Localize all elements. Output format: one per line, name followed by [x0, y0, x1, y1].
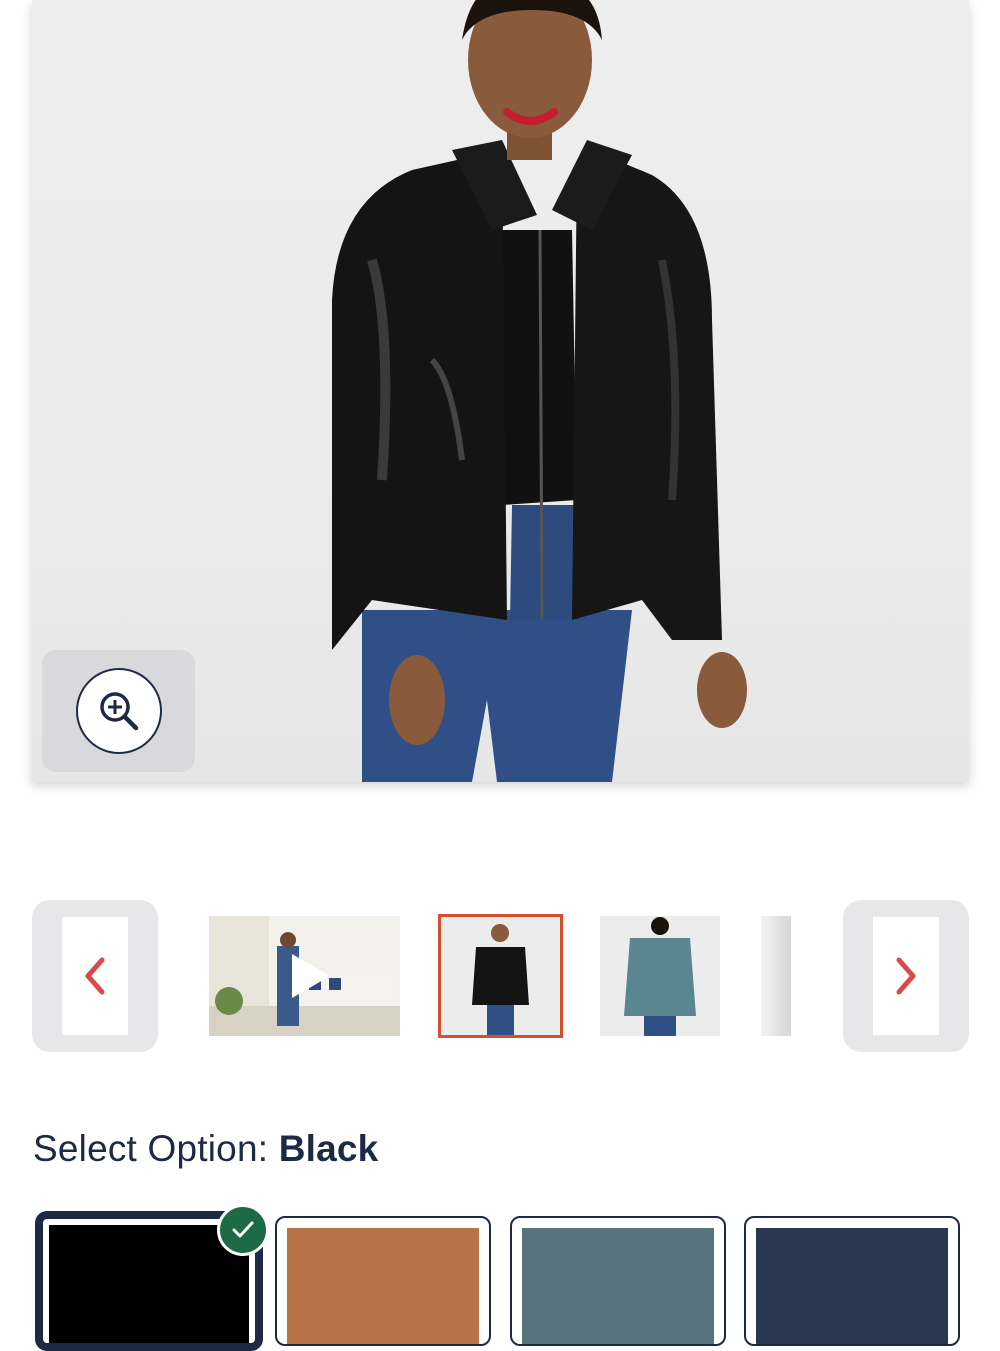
- option-selected-value: Black: [278, 1128, 379, 1169]
- thumbnail-image: [761, 916, 791, 1036]
- thumbnail-selected[interactable]: [438, 914, 563, 1038]
- swatch-color: [756, 1228, 948, 1344]
- carousel-next-button[interactable]: [843, 900, 969, 1052]
- swatch-color: [49, 1225, 249, 1343]
- option-label-text: Select Option:: [33, 1128, 279, 1169]
- zoom-button[interactable]: [75, 668, 162, 754]
- thumbnail-partial[interactable]: [761, 916, 791, 1036]
- product-main-image[interactable]: [32, 0, 969, 782]
- carousel-prev-button[interactable]: [32, 900, 158, 1052]
- selected-badge: [217, 1204, 269, 1256]
- checkmark-icon: [232, 1221, 254, 1238]
- thumbnail-video[interactable]: [209, 916, 400, 1036]
- swatch-navy[interactable]: [744, 1216, 960, 1346]
- zoom-container: [42, 650, 195, 772]
- zoom-in-icon: [99, 692, 138, 731]
- swatch-color: [287, 1228, 479, 1344]
- thumbnail-image: [441, 917, 560, 1035]
- swatch-color: [522, 1228, 714, 1344]
- thumbnail-back-view[interactable]: [600, 916, 720, 1036]
- carousel-next-inner: [873, 917, 939, 1035]
- carousel-prev-inner: [62, 917, 128, 1035]
- swatch-teal[interactable]: [510, 1216, 726, 1346]
- chevron-right-icon: [896, 957, 916, 995]
- select-option-label: Select Option: Black: [33, 1128, 378, 1170]
- thumbnail-image: [600, 916, 720, 1036]
- chevron-left-icon: [85, 957, 105, 995]
- swatch-cognac[interactable]: [275, 1216, 491, 1346]
- play-icon: [291, 954, 330, 998]
